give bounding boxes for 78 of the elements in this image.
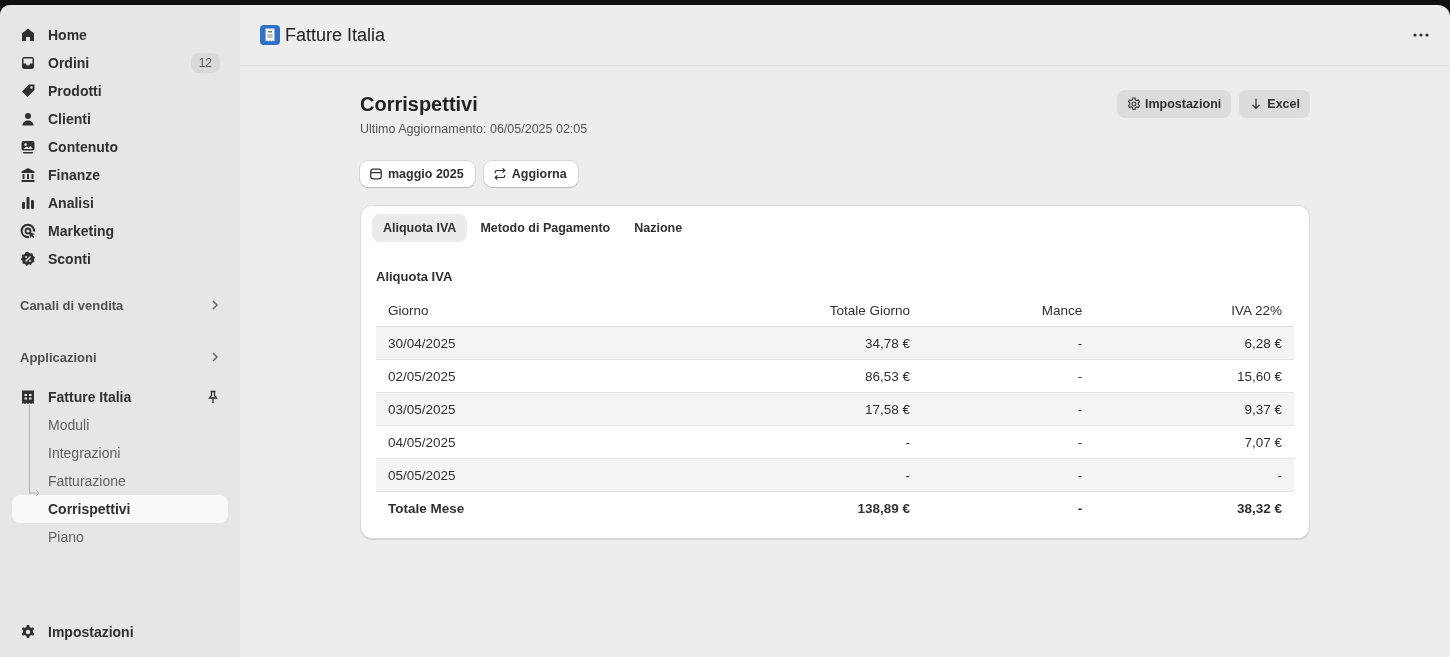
tab[interactable]: Aliquota IVA (372, 214, 468, 242)
table-cell: 03/05/2025 (376, 392, 644, 426)
column-header: Totale Giorno (643, 294, 923, 327)
table-cell: 9,37 € (1094, 392, 1294, 426)
section-heading[interactable]: Applicazioni (20, 349, 97, 365)
table-cell: 86,53 € (643, 359, 923, 393)
sidebar-subitem[interactable]: Piano (12, 523, 228, 551)
pin-icon (206, 390, 220, 404)
tab[interactable]: Metodo di Pagamento (469, 214, 622, 242)
settings-button[interactable]: Impostazioni (1116, 90, 1232, 118)
sidebar-item[interactable]: Contenuto (12, 133, 228, 161)
bank-icon (20, 167, 36, 183)
table-title: Aliquota IVA (376, 269, 454, 284)
section-heading[interactable]: Canali di vendita (20, 297, 124, 313)
image-icon (20, 139, 36, 155)
table-cell: Totale Mese (376, 491, 644, 524)
page-title: Corrispettivi (360, 93, 479, 116)
home-icon (20, 27, 36, 43)
sidebar-item[interactable]: Sconti (12, 245, 228, 273)
calendar-icon (369, 167, 383, 181)
sidebar-subitem[interactable]: Corrispettivi (12, 495, 228, 523)
sidebar-item[interactable]: Marketing (12, 217, 228, 245)
discount-badge-icon (20, 251, 36, 267)
sidebar-item[interactable]: Impostazioni (12, 618, 228, 646)
sidebar-item[interactable]: Finanze (12, 161, 228, 189)
export-button[interactable]: Excel (1239, 90, 1310, 118)
count-badge: 12 (190, 53, 220, 73)
app-title: Fatture Italia (285, 24, 386, 46)
table-cell: - (922, 491, 1095, 524)
month-picker-button[interactable]: maggio 2025 (360, 161, 475, 187)
table-cell: - (922, 326, 1095, 360)
refresh-button[interactable]: Aggiorna (483, 161, 578, 187)
table-cell: - (922, 359, 1095, 393)
sidebar-subitem[interactable]: Integrazioni (12, 439, 228, 467)
sidebar-subitem[interactable]: Fatturazione (12, 467, 228, 495)
last-updated-text: Ultimo Aggiornamento: 06/05/2025 02:05 (360, 122, 588, 136)
column-header: IVA 22% (1094, 294, 1294, 327)
column-header: Mance (922, 294, 1095, 327)
tab[interactable]: Nazione (623, 214, 694, 242)
more-icon[interactable] (1412, 32, 1430, 38)
sidebar-item[interactable]: Ordini 12 (12, 49, 228, 77)
sidebar-item[interactable]: Home (12, 21, 228, 49)
table-cell: 05/05/2025 (376, 458, 644, 492)
table-cell: 17,58 € (643, 392, 923, 426)
table-cell: 34,78 € (643, 326, 923, 360)
settings-icon (20, 624, 36, 640)
tree-arrow-icon (29, 489, 41, 497)
table-cell: - (922, 458, 1095, 492)
table-cell: 6,28 € (1094, 326, 1294, 360)
sidebar-item[interactable]: Clienti (12, 105, 228, 133)
refresh-arrows-icon (492, 167, 507, 181)
table-cell: 30/04/2025 (376, 326, 644, 360)
target-cursor-icon (20, 223, 36, 239)
sidebar-subitem[interactable]: Moduli (12, 411, 228, 439)
receipt-logo-icon (260, 25, 280, 45)
chevron-right-icon (210, 351, 220, 363)
bar-chart-icon (20, 195, 36, 211)
chevron-right-icon (210, 299, 220, 311)
table-cell: 7,07 € (1094, 425, 1294, 459)
table-cell: 138,89 € (643, 491, 923, 524)
table-cell: 02/05/2025 (376, 359, 644, 393)
tag-icon (20, 83, 36, 99)
settings-icon (1126, 97, 1141, 111)
sidebar-item[interactable]: Prodotti (12, 77, 228, 105)
receipt-icon (20, 389, 36, 405)
table-cell: 38,32 € (1094, 491, 1294, 524)
table-cell: - (1094, 458, 1294, 492)
table-cell: - (643, 425, 923, 459)
table-cell: 15,60 € (1094, 359, 1294, 393)
sidebar-item[interactable]: Analisi (12, 189, 228, 217)
inbox-icon (20, 55, 36, 71)
table-cell: - (643, 458, 923, 492)
person-icon (20, 111, 36, 127)
sidebar-item[interactable]: Fatture Italia (12, 383, 228, 411)
table-cell: - (922, 425, 1095, 459)
table-cell: - (922, 392, 1095, 426)
column-header: Giorno (376, 294, 644, 327)
table-cell: 04/05/2025 (376, 425, 644, 459)
